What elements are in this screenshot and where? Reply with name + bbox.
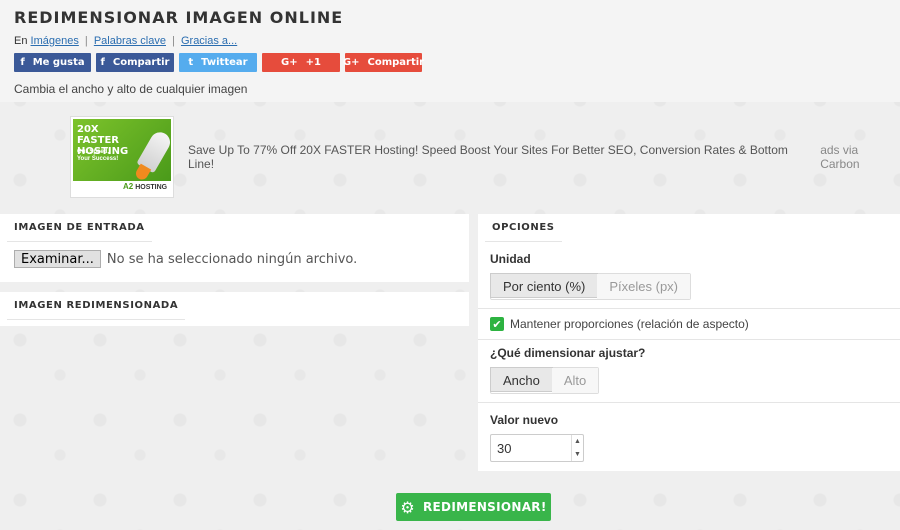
- keep-ratio-label[interactable]: Mantener proporciones (relación de aspec…: [510, 317, 749, 331]
- facebook-like-label: Me gusta: [32, 57, 85, 68]
- new-value-input[interactable]: [491, 435, 571, 461]
- ad-banner: 20X FASTER HOSTING Our Speed, Your Succe…: [0, 102, 900, 212]
- ad-image-logo: A2 HOSTING: [123, 182, 167, 191]
- resize-button[interactable]: ⚙ REDIMENSIONAR!: [396, 493, 551, 521]
- ad-via-carbon[interactable]: ads via Carbon: [820, 143, 900, 171]
- resize-button-label: REDIMENSIONAR!: [423, 500, 547, 514]
- file-picker: Examinar... No se ha seleccionado ningún…: [14, 250, 462, 268]
- googleplus-one-label: +1: [305, 57, 321, 68]
- file-status: No se ha seleccionado ningún archivo.: [106, 251, 358, 267]
- new-value-spinner: ▲ ▼: [571, 435, 583, 461]
- input-image-panel: IMAGEN DE ENTRADA Examinar... No se ha s…: [0, 214, 469, 282]
- breadcrumb-link-imagenes[interactable]: Imágenes: [31, 35, 79, 47]
- ad-text[interactable]: Save Up To 77% Off 20X FASTER Hosting! S…: [188, 143, 810, 171]
- options-panel-title: OPCIONES: [485, 214, 562, 242]
- divider: [478, 339, 900, 340]
- facebook-share-label: Compartir: [112, 57, 170, 68]
- breadcrumb-link-palabras-clave[interactable]: Palabras clave: [94, 35, 166, 47]
- spin-down-icon[interactable]: ▼: [572, 448, 583, 461]
- input-panel-title: IMAGEN DE ENTRADA: [7, 214, 152, 242]
- divider: [478, 308, 900, 309]
- page-header: REDIMENSIONAR IMAGEN ONLINE En Imágenes …: [0, 0, 900, 102]
- gear-icon: ⚙: [400, 497, 416, 517]
- dimension-option-height[interactable]: Alto: [551, 368, 599, 393]
- unit-label: Unidad: [490, 252, 531, 266]
- page-subtitle: Cambia el ancho y alto de cualquier imag…: [14, 82, 248, 96]
- dimension-option-width[interactable]: Ancho: [490, 367, 553, 392]
- breadcrumb-prefix: En: [14, 35, 28, 47]
- page-title: REDIMENSIONAR IMAGEN ONLINE: [14, 8, 344, 27]
- googleplus-one-button[interactable]: G+ +1: [262, 53, 340, 72]
- facebook-share-button[interactable]: f Compartir: [96, 53, 174, 72]
- googleplus-share-button[interactable]: G+ Compartir: [342, 53, 425, 72]
- twitter-icon: t: [188, 57, 194, 68]
- new-value-field: ▲ ▼: [490, 434, 584, 462]
- twitter-tweet-label: Twittear: [201, 57, 248, 68]
- resized-panel-title: IMAGEN REDIMENSIONADA: [7, 292, 186, 320]
- keep-ratio-row: ✔ Mantener proporciones (relación de asp…: [490, 317, 893, 331]
- divider: [478, 402, 900, 403]
- a2-logo-text: HOSTING: [135, 184, 168, 191]
- googleplus-share-label: Compartir: [367, 57, 425, 68]
- keep-ratio-checkbox[interactable]: ✔: [490, 317, 504, 331]
- googleplus-icon: G+: [281, 57, 298, 68]
- unit-option-pixels[interactable]: Píxeles (px): [597, 274, 691, 299]
- facebook-icon: f: [100, 57, 105, 68]
- options-panel: OPCIONES Unidad Por ciento (%) Píxeles (…: [478, 214, 900, 471]
- breadcrumb: En Imágenes | Palabras clave | Gracias a…: [14, 35, 886, 47]
- breadcrumb-separator: |: [84, 35, 88, 47]
- dimension-toggle: Ancho Alto: [490, 367, 600, 394]
- resized-image-panel: IMAGEN REDIMENSIONADA: [0, 292, 469, 326]
- main-area: IMAGEN DE ENTRADA Examinar... No se ha s…: [0, 212, 900, 530]
- ad-image[interactable]: 20X FASTER HOSTING Our Speed, Your Succe…: [70, 116, 174, 198]
- share-buttons: f Me gusta f Compartir t Twittear G+ +1 …: [14, 53, 886, 72]
- dimension-label: ¿Qué dimensionar ajustar?: [490, 346, 646, 360]
- spin-up-icon[interactable]: ▲: [572, 435, 583, 448]
- unit-toggle: Por ciento (%) Píxeles (px): [490, 273, 692, 300]
- twitter-tweet-button[interactable]: t Twittear: [179, 53, 257, 72]
- a2-logo-mark: A2: [123, 182, 134, 191]
- breadcrumb-link-gracias[interactable]: Gracias a...: [181, 35, 237, 47]
- new-value-label: Valor nuevo: [490, 413, 559, 427]
- ad-image-tagline: Our Speed, Your Success!: [77, 149, 119, 162]
- browse-button[interactable]: Examinar...: [14, 250, 101, 268]
- breadcrumb-separator: |: [172, 35, 175, 47]
- checkmark-icon: ✔: [492, 318, 502, 331]
- facebook-icon: f: [20, 57, 25, 68]
- googleplus-icon: G+: [342, 57, 360, 68]
- facebook-like-button[interactable]: f Me gusta: [14, 53, 91, 72]
- unit-option-percent[interactable]: Por ciento (%): [490, 273, 599, 298]
